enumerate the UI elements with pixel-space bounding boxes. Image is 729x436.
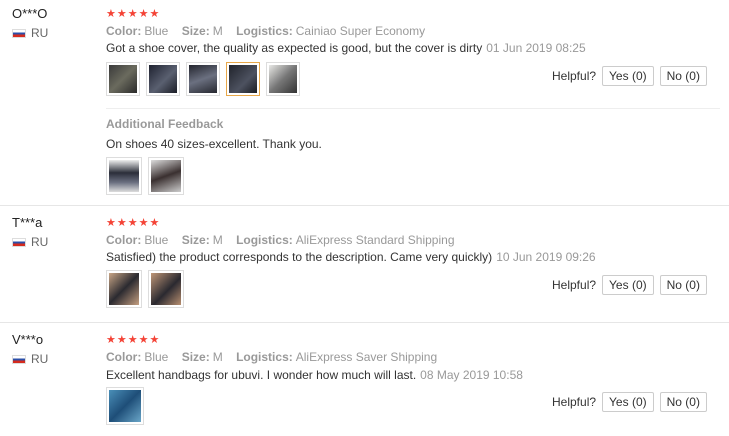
review-body: Satisfied) the product corresponds to th… [106,250,596,264]
review-item: O***O RU ★★★★★ Color: Blue Size: M Logisti… [0,0,729,205]
country-code: RU [31,235,49,249]
helpful-no-button[interactable]: No (0) [659,66,707,86]
review-date: 01 Jun 2019 08:25 [486,41,586,55]
russia-flag-icon [12,354,26,364]
helpful-label: Helpful? [552,278,597,292]
reviewer-name: O***O [12,6,48,21]
review-text: Got a shoe cover, the quality as expecte… [106,41,483,55]
logistics-label: Logistics: [236,350,293,364]
size-value: M [212,350,223,364]
logistics-label: Logistics: [236,24,293,38]
review-photo-thumbnail[interactable] [266,62,300,96]
review-date: 08 May 2019 10:58 [420,368,523,382]
review-photo-thumbnail[interactable] [148,270,184,308]
review-item: T***a RU ★★★★★ Color: Blue Size: M Logisti… [0,206,729,322]
review-photos [106,270,184,308]
logistics-label: Logistics: [236,233,293,247]
helpful-vote: Helpful? Yes (0) No (0) [552,275,707,295]
russia-flag-icon [12,28,26,38]
reviewer-name: T***a [12,215,43,230]
review-item: V***o RU ★★★★★ Color: Blue Size: M Logisti… [0,323,729,436]
size-label: Size: [181,24,210,38]
review-date: 10 Jun 2019 09:26 [496,250,596,264]
purchase-details: Color: Blue Size: M Logistics: Cainiao Supe… [106,24,435,38]
helpful-yes-button[interactable]: Yes (0) [602,275,654,295]
divider [106,108,720,109]
review-photo-thumbnail[interactable] [106,270,142,308]
reviewer-country: RU [12,352,48,366]
logistics-value: AliExpress Saver Shipping [295,350,438,364]
additional-feedback-text: On shoes 40 sizes-excellent. Thank you. [106,137,322,151]
review-photo-thumbnail[interactable] [148,157,184,195]
star-rating: ★★★★★ [106,217,161,229]
color-label: Color: [106,233,142,247]
helpful-yes-button[interactable]: Yes (0) [602,392,654,412]
reviewer-name: V***o [12,332,44,347]
review-photo-thumbnail-selected[interactable] [226,62,260,96]
helpful-vote: Helpful? Yes (0) No (0) [552,392,707,412]
country-code: RU [31,26,49,40]
country-code: RU [31,352,49,366]
additional-feedback-title: Additional Feedback [106,117,224,131]
helpful-no-button[interactable]: No (0) [659,275,707,295]
review-photo-thumbnail[interactable] [106,387,144,425]
helpful-vote: Helpful? Yes (0) No (0) [552,66,707,86]
color-value: Blue [144,350,169,364]
star-rating: ★★★★★ [106,8,161,20]
color-value: Blue [144,233,169,247]
color-value: Blue [144,24,169,38]
purchase-details: Color: Blue Size: M Logistics: AliExpress S… [106,233,465,247]
logistics-value: Cainiao Super Economy [295,24,426,38]
size-label: Size: [181,233,210,247]
logistics-value: AliExpress Standard Shipping [295,233,455,247]
color-label: Color: [106,350,142,364]
review-photos [106,387,144,425]
size-label: Size: [181,350,210,364]
size-value: M [212,24,223,38]
helpful-no-button[interactable]: No (0) [659,392,707,412]
review-photos [106,62,300,96]
reviewer-country: RU [12,26,48,40]
review-photo-thumbnail[interactable] [106,157,142,195]
helpful-label: Helpful? [552,69,597,83]
helpful-label: Helpful? [552,395,597,409]
additional-feedback-photos [106,157,184,195]
purchase-details: Color: Blue Size: M Logistics: AliExpress S… [106,350,447,364]
review-body: Excellent handbags for ubuvi. I wonder h… [106,368,523,382]
russia-flag-icon [12,237,26,247]
size-value: M [212,233,223,247]
review-text: Satisfied) the product corresponds to th… [106,250,493,264]
review-photo-thumbnail[interactable] [146,62,180,96]
color-label: Color: [106,24,142,38]
reviewer-country: RU [12,235,48,249]
star-rating: ★★★★★ [106,334,161,346]
review-photo-thumbnail[interactable] [186,62,220,96]
review-body: Got a shoe cover, the quality as expecte… [106,41,586,55]
review-photo-thumbnail[interactable] [106,62,140,96]
helpful-yes-button[interactable]: Yes (0) [602,66,654,86]
review-text: Excellent handbags for ubuvi. I wonder h… [106,368,417,382]
